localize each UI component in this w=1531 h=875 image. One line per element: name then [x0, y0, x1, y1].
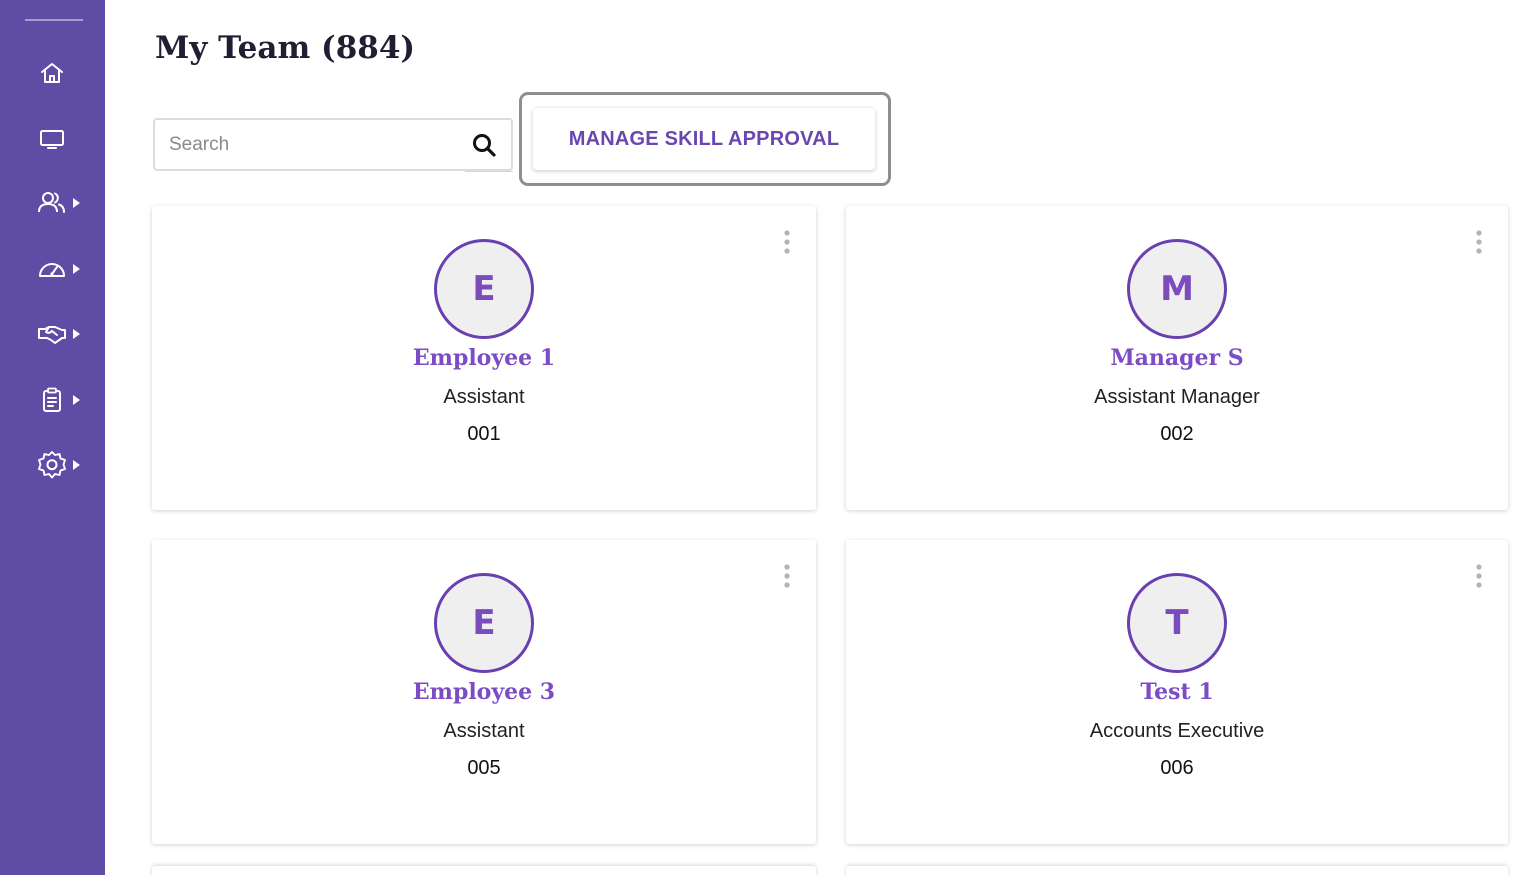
avatar: E — [434, 239, 534, 339]
page-title: My Team (884) — [155, 30, 416, 66]
manage-skill-approval-button[interactable]: MANAGE SKILL APPROVAL — [533, 108, 875, 170]
sidebar-item-dashboard[interactable] — [36, 251, 92, 287]
caret-right-icon — [73, 198, 80, 208]
manage-skill-approval-focus-ring: MANAGE SKILL APPROVAL — [519, 92, 891, 186]
kebab-menu-icon[interactable] — [1472, 228, 1486, 258]
sidebar-item-clipboard[interactable] — [36, 382, 92, 418]
sidebar-item-monitor[interactable] — [36, 120, 92, 156]
member-role: Assistant Manager — [1094, 386, 1260, 408]
avatar: M — [1127, 239, 1227, 339]
search-box — [153, 118, 513, 172]
search-input[interactable] — [169, 120, 459, 169]
member-role: Assistant — [443, 720, 525, 742]
kebab-menu-icon[interactable] — [1472, 562, 1486, 592]
kebab-menu-icon[interactable] — [780, 562, 794, 592]
member-name[interactable]: Employee 1 — [152, 345, 816, 371]
gauge-icon — [39, 263, 65, 277]
member-name[interactable]: Test 1 — [846, 679, 1508, 705]
sidebar-item-home[interactable] — [36, 55, 92, 91]
team-member-card-partial[interactable] — [152, 866, 816, 875]
avatar: T — [1127, 573, 1227, 673]
users-icon — [38, 192, 65, 213]
monitor-icon — [40, 130, 64, 149]
kebab-menu-icon[interactable] — [780, 228, 794, 258]
member-role: Assistant — [443, 386, 525, 408]
member-code: 002 — [1160, 423, 1194, 445]
team-member-card[interactable]: E Employee 1 Assistant 001 — [152, 206, 816, 510]
sidebar-divider — [25, 19, 83, 21]
clipboard-icon — [43, 387, 61, 412]
avatar: E — [434, 573, 534, 673]
member-code: 001 — [467, 423, 501, 445]
sidebar-item-team[interactable] — [36, 185, 92, 221]
handshake-icon — [38, 326, 66, 344]
gear-icon — [38, 451, 66, 479]
caret-right-icon — [73, 460, 80, 470]
team-member-card[interactable]: T Test 1 Accounts Executive 006 — [846, 540, 1508, 844]
member-name[interactable]: Employee 3 — [152, 679, 816, 705]
home-icon — [41, 63, 63, 83]
team-member-card-partial[interactable] — [846, 866, 1508, 875]
caret-right-icon — [73, 395, 80, 405]
member-name[interactable]: Manager S — [846, 345, 1508, 371]
search-underline — [465, 171, 513, 172]
sidebar — [0, 0, 105, 875]
team-member-card[interactable]: E Employee 3 Assistant 005 — [152, 540, 816, 844]
search-icon[interactable] — [470, 131, 498, 159]
caret-right-icon — [73, 329, 80, 339]
member-code: 005 — [467, 757, 501, 779]
member-role: Accounts Executive — [1089, 720, 1265, 742]
sidebar-item-handshake[interactable] — [36, 316, 92, 352]
sidebar-item-settings[interactable] — [36, 447, 92, 483]
team-member-card[interactable]: M Manager S Assistant Manager 002 — [846, 206, 1508, 510]
caret-right-icon — [73, 264, 80, 274]
member-code: 006 — [1160, 757, 1194, 779]
